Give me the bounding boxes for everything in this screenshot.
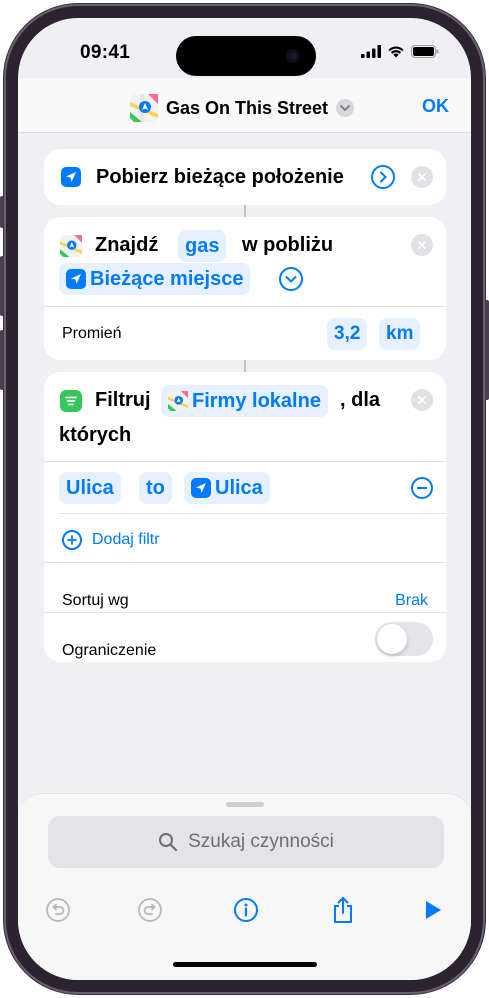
shortcut-title: Gas On This Street — [166, 97, 329, 118]
add-filter-button[interactable]: Dodaj filtr — [62, 526, 160, 554]
dynamic-island — [176, 36, 316, 76]
cellular-icon — [361, 45, 381, 58]
shortcut-title-menu[interactable]: Gas On This Street — [130, 94, 355, 122]
filter-suffix-line2: których — [59, 424, 132, 446]
device-power-button — [485, 300, 489, 400]
plus-circle-icon — [62, 530, 82, 550]
query-text: gas — [185, 234, 220, 257]
screen: 09:41 Gas On This Street OK Pobierz bież… — [18, 18, 471, 980]
input-text: Firmy lokalne — [192, 389, 321, 412]
filter-suffix: , dla — [340, 389, 381, 411]
actions-sheet: Szukaj czynności — [18, 793, 471, 980]
maps-action-icon — [60, 235, 82, 257]
filter-operator-text: to — [146, 476, 165, 499]
location-token[interactable]: Bieżące miejsce — [59, 263, 251, 295]
divider — [44, 612, 446, 613]
filter-operator-token[interactable]: to — [139, 472, 172, 504]
maps-token-icon — [168, 391, 188, 411]
filter-verb: Filtruj — [95, 389, 151, 411]
filter-field-token[interactable]: Ulica — [59, 472, 121, 504]
input-token[interactable]: Firmy lokalne — [161, 385, 328, 417]
expand-chevron-icon[interactable] — [371, 165, 395, 189]
divider — [44, 461, 446, 462]
filter-value-text: Ulica — [215, 476, 263, 499]
limit-toggle[interactable] — [375, 622, 433, 656]
filter-value-token[interactable]: Ulica — [184, 472, 270, 504]
remove-action-icon[interactable] — [411, 234, 433, 256]
action-title: Pobierz bieżące położenie — [96, 166, 344, 188]
remove-action-icon[interactable] — [411, 389, 433, 411]
device-volume-down — [0, 330, 4, 390]
play-icon — [426, 901, 441, 919]
search-actions-field[interactable]: Szukaj czynności — [48, 816, 444, 868]
home-indicator — [173, 962, 317, 967]
sheet-grabber[interactable] — [226, 802, 264, 807]
flow-connector — [244, 205, 246, 217]
info-icon — [234, 898, 258, 922]
action-filter-businesses[interactable]: Filtruj Firmy lokalne , dla których Ulic… — [44, 372, 446, 662]
radius-unit-token[interactable]: km — [379, 318, 421, 350]
radius-unit: km — [386, 323, 414, 344]
toggle-knob — [377, 624, 407, 654]
info-button[interactable] — [226, 890, 266, 930]
editor-toolbar — [18, 890, 471, 934]
share-icon — [334, 897, 352, 923]
remove-filter-icon[interactable] — [411, 477, 433, 499]
run-button[interactable] — [413, 890, 453, 930]
battery-icon — [411, 45, 439, 58]
redo-icon — [138, 898, 162, 922]
location-arrow-icon — [66, 269, 86, 289]
show-more-chevron-icon[interactable] — [279, 267, 303, 291]
radius-value: 3,2 — [334, 323, 361, 344]
device-side-button — [0, 196, 4, 228]
maps-app-icon — [130, 94, 158, 122]
filter-list-icon — [60, 390, 82, 412]
divider — [44, 562, 446, 563]
add-filter-label: Dodaj filtr — [92, 531, 160, 548]
find-verb: Znajdź — [95, 234, 159, 256]
undo-button[interactable] — [38, 890, 78, 930]
action-get-location[interactable]: Pobierz bieżące położenie — [44, 149, 446, 205]
wifi-icon — [388, 46, 404, 58]
action-find-places[interactable]: Znajdź gas w pobliżu Bieżące miejsce Pro… — [44, 217, 446, 360]
limit-label: Ograniczenie — [62, 642, 157, 659]
device-volume-up — [0, 256, 4, 316]
filter-field-text: Ulica — [66, 476, 114, 499]
redo-button[interactable] — [130, 890, 170, 930]
divider — [59, 513, 446, 514]
status-icons — [361, 45, 439, 58]
location-text: Bieżące miejsce — [90, 267, 244, 290]
search-placeholder: Szukaj czynności — [188, 831, 334, 852]
search-icon — [159, 833, 178, 852]
location-arrow-icon — [61, 167, 81, 187]
sort-label: Sortuj wg — [62, 592, 129, 609]
undo-icon — [46, 898, 70, 922]
radius-value-token[interactable]: 3,2 — [327, 318, 368, 350]
near-text: w pobliżu — [242, 234, 334, 256]
remove-action-icon[interactable] — [411, 166, 433, 188]
navigation-bar: Gas On This Street OK — [18, 78, 471, 133]
status-time: 09:41 — [80, 42, 131, 63]
sort-value[interactable]: Brak — [395, 592, 428, 610]
chevron-down-icon — [336, 99, 355, 117]
radius-label: Promień — [62, 325, 122, 342]
camera-icon — [286, 49, 300, 63]
ok-button[interactable]: OK — [422, 96, 449, 117]
divider — [44, 306, 446, 307]
query-token[interactable]: gas — [178, 230, 227, 262]
share-button[interactable] — [323, 890, 363, 930]
location-arrow-icon — [191, 478, 211, 498]
flow-connector — [244, 360, 246, 372]
